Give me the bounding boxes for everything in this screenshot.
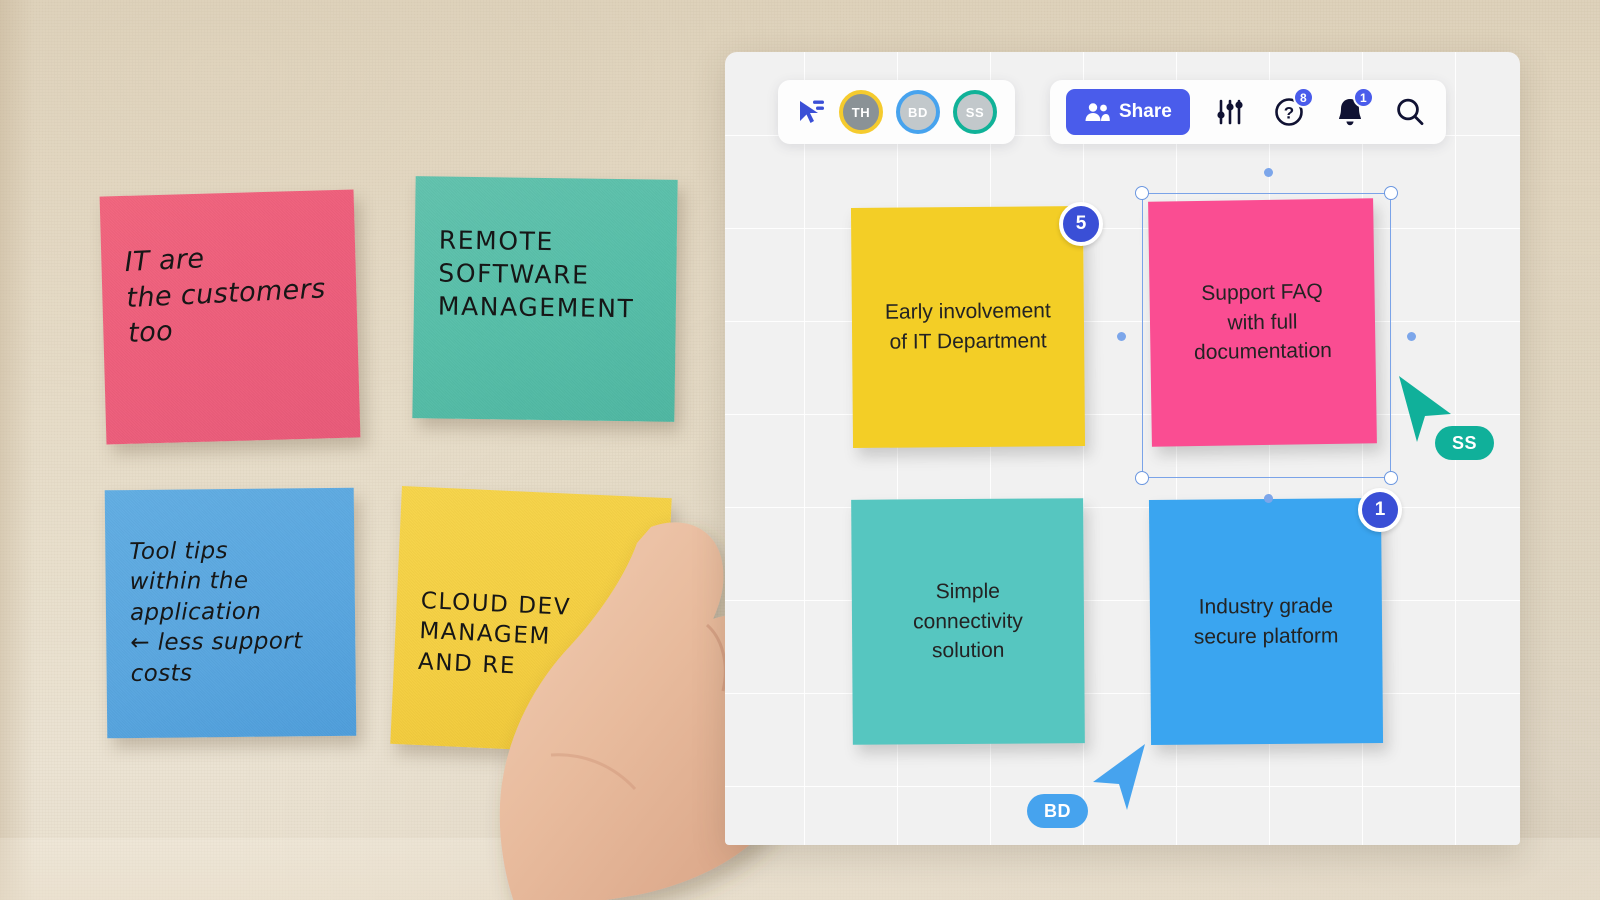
avatar-th[interactable]: TH bbox=[839, 90, 883, 134]
avatar-th-initials: TH bbox=[851, 104, 871, 120]
physical-note-blue: Tool tips within the application ← less … bbox=[104, 487, 357, 739]
selection-dot-top[interactable] bbox=[1264, 168, 1273, 177]
resize-handle-bottom-right[interactable] bbox=[1384, 471, 1398, 485]
screenshot-stage: IT are the customers too REMOTE SOFTWARE… bbox=[0, 0, 1600, 900]
physical-note-yellow: CLOUD DEV MANAGEM AND RE bbox=[390, 486, 672, 756]
cursor-arrow-icon bbox=[1093, 744, 1145, 810]
avatar-ss-initials: SS bbox=[965, 104, 985, 120]
people-icon bbox=[1085, 103, 1110, 121]
board-note-blue-text: Industry grade secure platform bbox=[1193, 594, 1339, 649]
board-note-teal-text: Simple connectivity solution bbox=[913, 579, 1023, 663]
notifications-badge: 1 bbox=[1352, 87, 1374, 108]
avatar-bd-initials: BD bbox=[908, 104, 928, 120]
resize-handle-bottom-left[interactable] bbox=[1135, 471, 1149, 485]
sliders-icon bbox=[1217, 99, 1243, 125]
search-button[interactable] bbox=[1390, 92, 1430, 132]
selection-dot-left[interactable] bbox=[1117, 332, 1126, 341]
settings-button[interactable] bbox=[1210, 92, 1250, 132]
resize-handle-top-left[interactable] bbox=[1135, 186, 1149, 200]
toolbar-left: TH BD SS bbox=[778, 80, 1015, 144]
help-button[interactable]: ? 8 bbox=[1270, 87, 1314, 132]
board-note-blue[interactable]: Industry grade secure platform bbox=[1148, 497, 1384, 746]
selection-dot-right[interactable] bbox=[1407, 332, 1416, 341]
notifications-button[interactable]: 1 bbox=[1330, 87, 1374, 132]
resize-handle-top-right[interactable] bbox=[1384, 186, 1398, 200]
physical-note-teal-text: REMOTE SOFTWARE MANAGEMENT bbox=[437, 225, 635, 324]
physical-note-teal: REMOTE SOFTWARE MANAGEMENT bbox=[412, 176, 678, 422]
share-button[interactable]: Share bbox=[1066, 89, 1190, 135]
wall-left-shadow bbox=[0, 0, 34, 900]
svg-text:?: ? bbox=[1284, 104, 1294, 123]
whiteboard-panel: TH BD SS Share ? 8 1 Early involvement o… bbox=[725, 52, 1520, 845]
physical-note-pink: IT are the customers too bbox=[99, 189, 361, 445]
board-note-yellow-text: Early involvement of IT Department bbox=[884, 299, 1051, 354]
physical-note-pink-text: IT are the customers too bbox=[123, 243, 327, 350]
toolbar-right: Share ? 8 1 bbox=[1050, 80, 1446, 144]
physical-note-yellow-text: CLOUD DEV MANAGEM AND RE bbox=[417, 588, 572, 680]
avatar-ss[interactable]: SS bbox=[953, 90, 997, 134]
help-badge: 8 bbox=[1292, 87, 1314, 108]
board-note-blue-badge[interactable]: 1 bbox=[1358, 488, 1402, 532]
pointer-select-icon[interactable] bbox=[796, 97, 826, 127]
board-note-yellow-badge[interactable]: 5 bbox=[1059, 202, 1103, 246]
avatar-bd[interactable]: BD bbox=[896, 90, 940, 134]
desk-surface bbox=[0, 838, 1600, 900]
collaborator-label-ss-text: SS bbox=[1452, 432, 1478, 453]
collaborator-cursor-ss: SS bbox=[1395, 374, 1495, 460]
collaborator-cursor-bd: BD bbox=[1027, 742, 1149, 828]
selection-dot-bottom[interactable] bbox=[1264, 494, 1273, 503]
selection-frame bbox=[1117, 168, 1416, 503]
collaborator-label-ss: SS bbox=[1435, 426, 1495, 460]
share-button-label: Share bbox=[1119, 101, 1172, 122]
collaborator-label-bd: BD bbox=[1027, 794, 1088, 828]
search-icon bbox=[1397, 98, 1424, 126]
board-note-yellow[interactable]: Early involvement of IT Department bbox=[850, 205, 1086, 449]
collaborator-label-bd-text: BD bbox=[1044, 800, 1071, 821]
board-note-teal[interactable]: Simple connectivity solution bbox=[851, 498, 1085, 745]
physical-note-blue-text: Tool tips within the application ← less … bbox=[129, 538, 303, 687]
